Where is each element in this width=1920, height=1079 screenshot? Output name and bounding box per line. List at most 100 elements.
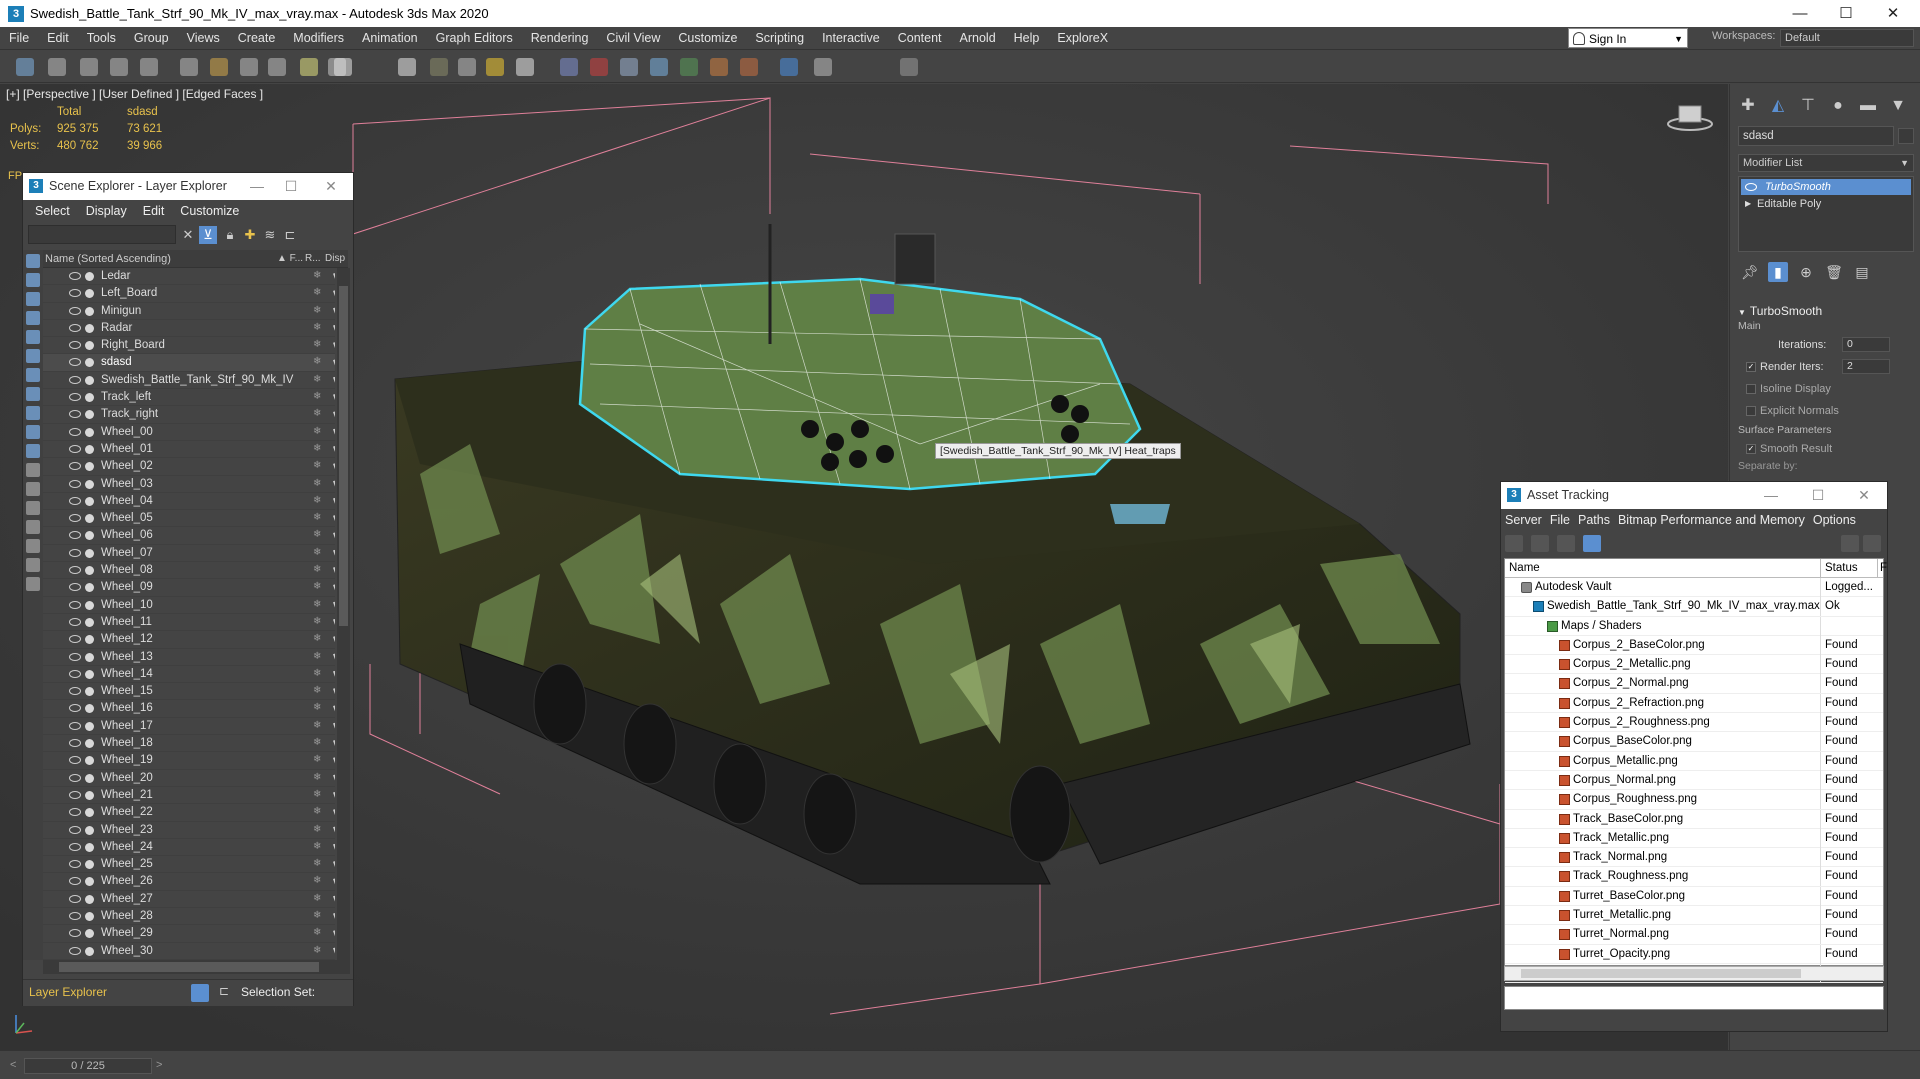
scene-object-row[interactable]: Wheel_17 ❄ <box>43 718 335 736</box>
renderable-icon[interactable] <box>333 514 335 523</box>
hierarchy-icon[interactable]: ⊏ <box>281 226 299 244</box>
renderable-icon[interactable] <box>333 842 335 851</box>
prev-frame-icon[interactable]: < <box>10 1059 16 1071</box>
renderable-icon[interactable] <box>333 444 335 453</box>
eye-icon[interactable] <box>69 687 81 696</box>
utilities-tab-icon[interactable]: ▼ <box>1888 96 1908 116</box>
freeze-icon[interactable]: ❄ <box>313 409 323 419</box>
filter-toggle-icon[interactable] <box>26 539 40 553</box>
asset-row[interactable]: Corpus_Metallic.png Found <box>1505 751 1883 771</box>
renderable-icon[interactable] <box>333 583 335 592</box>
render-icon[interactable] <box>710 58 728 76</box>
lock-icon[interactable]: 🔒︎ <box>221 226 239 244</box>
freeze-icon[interactable]: ❄ <box>313 461 323 471</box>
cone-icon[interactable] <box>458 58 476 76</box>
rotate-icon[interactable] <box>300 58 318 76</box>
clear-search-icon[interactable]: ✕ <box>179 226 197 244</box>
scene-object-row[interactable]: Wheel_13 ❄ <box>43 649 335 666</box>
scene-object-row[interactable]: Wheel_24 ❄ <box>43 839 335 857</box>
table-view-icon[interactable] <box>1583 535 1601 552</box>
eye-icon[interactable] <box>69 652 81 661</box>
smooth-result-checkbox[interactable]: ✓ <box>1746 444 1756 455</box>
refresh-icon[interactable] <box>1505 535 1523 552</box>
scrollbar-thumb[interactable] <box>1521 969 1801 978</box>
asset-row[interactable]: Autodesk Vault Logged... <box>1505 578 1883 598</box>
eye-icon[interactable] <box>69 341 81 350</box>
eye-icon[interactable] <box>69 444 81 453</box>
freeze-icon[interactable]: ❄ <box>313 443 323 454</box>
eye-icon[interactable] <box>69 410 81 419</box>
freeze-icon[interactable]: ❄ <box>313 945 323 956</box>
scene-object-row[interactable]: Wheel_01 ❄ <box>43 441 335 459</box>
filter-toggle-icon[interactable] <box>26 406 40 420</box>
scene-object-row[interactable]: Wheel_00 ❄ <box>43 424 335 441</box>
select-region-icon[interactable] <box>210 58 228 76</box>
menu-item[interactable]: Group <box>125 27 178 50</box>
menu-item[interactable]: Create <box>229 27 285 50</box>
asset-row[interactable]: Turret_Metallic.png Found <box>1505 906 1883 926</box>
scene-object-row[interactable]: Wheel_05 ❄ <box>43 510 335 528</box>
maximize-icon[interactable]: ☐ <box>271 173 311 200</box>
renderable-icon[interactable] <box>333 773 335 782</box>
freeze-icon[interactable]: ❄ <box>313 807 323 817</box>
eye-icon[interactable] <box>69 790 81 799</box>
scene-object-row[interactable]: Wheel_03 ❄ <box>43 476 335 493</box>
modify-tab-icon[interactable]: ◭ <box>1768 96 1788 116</box>
renderable-icon[interactable] <box>333 341 335 350</box>
freeze-icon[interactable]: ❄ <box>313 322 323 333</box>
freeze-icon[interactable]: ❄ <box>313 478 323 489</box>
scene-object-row[interactable]: Wheel_21 ❄ <box>43 787 335 805</box>
modifier-list-dropdown[interactable]: Modifier List ▼ <box>1738 154 1914 172</box>
filter-toggle-icon[interactable] <box>26 463 40 477</box>
settings-icon[interactable] <box>1863 535 1881 552</box>
scene-object-row[interactable]: Wheel_16 ❄ <box>43 700 335 718</box>
renderable-icon[interactable] <box>333 652 335 661</box>
scene-vertical-scrollbar[interactable] <box>337 268 350 960</box>
scene-menu-item[interactable]: Edit <box>135 204 173 218</box>
freeze-icon[interactable]: ❄ <box>313 893 323 904</box>
eye-icon[interactable] <box>69 514 81 523</box>
renderable-icon[interactable] <box>333 721 335 730</box>
eye-icon[interactable] <box>69 600 81 609</box>
pin-stack-icon[interactable]: 📌︎ <box>1740 262 1760 282</box>
freeze-icon[interactable]: ❄ <box>313 772 323 783</box>
renderable-icon[interactable] <box>333 410 335 419</box>
material-icon[interactable] <box>680 58 698 76</box>
move-icon[interactable] <box>268 58 286 76</box>
scene-object-row[interactable]: Wheel_30 ❄ <box>43 943 335 960</box>
asset-row[interactable]: Corpus_Roughness.png Found <box>1505 790 1883 810</box>
close-icon[interactable]: ✕ <box>1844 482 1884 509</box>
select-icon[interactable] <box>180 58 198 76</box>
torus-icon[interactable] <box>430 58 448 76</box>
menu-item[interactable]: ExploreX <box>1048 27 1117 50</box>
renderable-icon[interactable] <box>333 600 335 609</box>
angle-snap-icon[interactable] <box>590 58 608 76</box>
filter-toggle-icon[interactable] <box>26 349 40 363</box>
scene-object-row[interactable]: sdasd ❄ <box>43 354 335 372</box>
filter-toggle-icon[interactable] <box>26 368 40 382</box>
renderable-icon[interactable] <box>333 566 335 575</box>
freeze-icon[interactable]: ❄ <box>313 634 323 644</box>
stack-item-editable-poly[interactable]: ▶ Editable Poly <box>1741 196 1911 212</box>
filter-icon[interactable]: ⊻ <box>199 226 217 244</box>
object-name-input[interactable]: sdasd <box>1738 126 1894 146</box>
eye-icon[interactable] <box>69 894 81 903</box>
asset-menu-item[interactable]: Bitmap Performance and Memory <box>1614 513 1809 527</box>
freeze-icon[interactable]: ❄ <box>313 928 323 938</box>
filter-toggle-icon[interactable] <box>26 292 40 306</box>
scene-object-row[interactable]: Wheel_07 ❄ <box>43 545 335 563</box>
renderable-icon[interactable] <box>333 894 335 903</box>
freeze-icon[interactable]: ❄ <box>313 910 323 921</box>
eye-icon[interactable] <box>69 289 81 298</box>
mirror-icon[interactable] <box>620 58 638 76</box>
asset-row[interactable]: Corpus_2_BaseColor.png Found <box>1505 635 1883 656</box>
object-color-swatch[interactable] <box>1898 128 1914 144</box>
motion-tab-icon[interactable]: ● <box>1828 96 1848 116</box>
eye-icon[interactable] <box>69 704 81 713</box>
asset-row[interactable]: Turret_Opacity.png Found <box>1505 944 1883 964</box>
scene-object-row[interactable]: Minigun ❄ <box>43 303 335 320</box>
freeze-icon[interactable]: ❄ <box>313 720 323 731</box>
scene-explorer-titlebar[interactable]: 3 Scene Explorer - Layer Explorer — ☐ ✕ <box>23 173 353 200</box>
help-icon[interactable] <box>1841 535 1859 552</box>
scene-horizontal-scrollbar[interactable] <box>43 960 350 974</box>
